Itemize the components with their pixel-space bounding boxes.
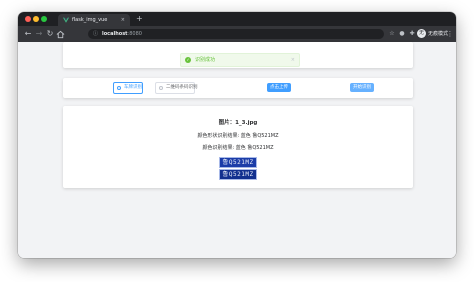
tab-close-icon[interactable]: ×	[121, 14, 125, 26]
page-content: ✓ 识别成功 × 车牌识别 二维码条码识别 点击上传 开始识别 图片：1_3.j…	[18, 42, 456, 258]
browser-toolbar: ← → ↻ ⓘ localhost:8080 ☆ ● ✚ 无 无痕模式 ⋮	[18, 26, 456, 42]
forward-arrow-icon[interactable]: →	[34, 29, 44, 39]
controls-card: 车牌识别 二维码条码识别 点击上传 开始识别	[63, 78, 413, 98]
address-port: :8080	[127, 31, 142, 37]
address-bar[interactable]: ⓘ localhost:8080	[88, 29, 384, 39]
maximize-window-button[interactable]	[41, 16, 47, 22]
radio-checked-icon	[117, 85, 121, 90]
success-toast: ✓ 识别成功 ×	[180, 53, 300, 67]
success-check-icon: ✓	[185, 57, 191, 63]
back-arrow-icon[interactable]: ←	[23, 29, 33, 39]
mode-option-qrcode[interactable]: 二维码条码识别	[155, 82, 198, 94]
tab-title: flask_img_vue	[72, 17, 108, 23]
upload-button[interactable]: 点击上传	[267, 83, 291, 92]
browser-window: flask_img_vue × + ← → ↻ ⓘ localhost:8080…	[18, 12, 456, 258]
mode-option-plate[interactable]: 车牌识别	[113, 82, 143, 94]
home-icon[interactable]	[56, 30, 65, 39]
extension-icon[interactable]: ●	[397, 29, 407, 39]
toast-message: 识别成功	[195, 57, 216, 63]
shape-result-text: 颜色形状识别结果: 蓝色 鲁Q521MZ	[197, 133, 279, 139]
bookmark-star-icon[interactable]: ☆	[387, 29, 397, 39]
color-result-text: 颜色识别结果: 蓝色 鲁Q521MZ	[202, 145, 274, 151]
radio-unchecked-icon	[159, 85, 163, 90]
tab-bar: flask_img_vue × +	[18, 12, 456, 26]
site-info-icon[interactable]: ⓘ	[93, 29, 98, 39]
puzzle-icon[interactable]: ✚	[407, 29, 417, 39]
mode-label: 二维码条码识别	[166, 85, 198, 90]
browser-menu-icon[interactable]: ⋮	[446, 29, 454, 39]
result-card: 图片：1_3.jpg 颜色形状识别结果: 蓝色 鲁Q521MZ 颜色识别结果: …	[63, 106, 413, 188]
plate-image-color: 鲁Q521MZ	[219, 169, 257, 180]
incognito-label[interactable]: 无痕模式	[428, 29, 448, 39]
address-host: localhost:8080	[102, 31, 142, 37]
close-window-button[interactable]	[25, 16, 31, 22]
reload-icon[interactable]: ↻	[45, 29, 55, 39]
profile-avatar[interactable]: 无	[417, 29, 426, 38]
minimize-window-button[interactable]	[33, 16, 39, 22]
mode-label: 车牌识别	[124, 85, 142, 90]
plate-image-shape: 鲁Q521MZ	[219, 157, 257, 168]
toast-close-icon[interactable]: ×	[291, 54, 295, 66]
new-tab-button[interactable]: +	[136, 13, 143, 25]
browser-tab[interactable]: flask_img_vue ×	[58, 14, 130, 26]
image-name: 图片：1_3.jpg	[218, 120, 258, 126]
vue-logo-icon	[63, 17, 69, 23]
recognize-button[interactable]: 开始识别	[350, 83, 374, 92]
